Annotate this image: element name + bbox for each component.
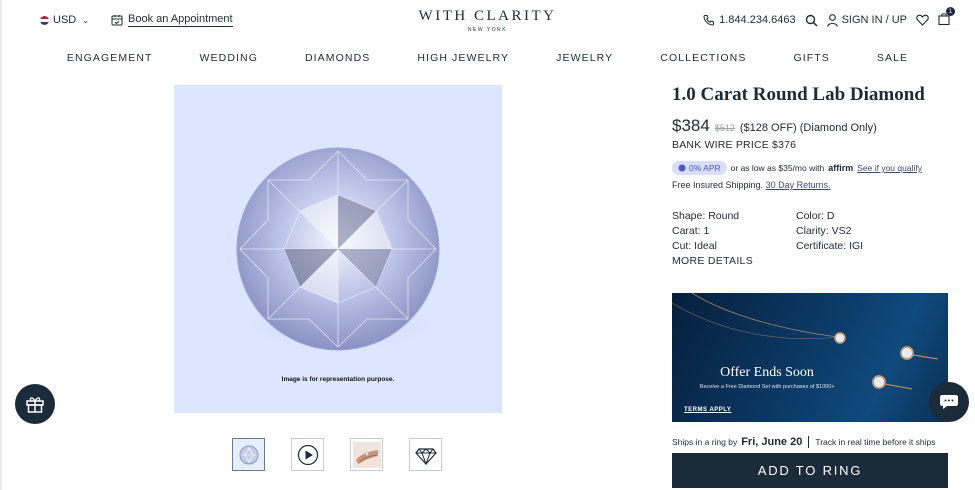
spec-color: Color: D [796,210,835,222]
spec-cut: Cut: Ideal [672,240,717,252]
chat-fab-button[interactable] [929,382,969,422]
header-tools: 1.844.234.6463 SIGN IN / UP 1 [703,7,955,28]
gift-icon [26,397,44,413]
affirm-tag-icon [678,164,686,172]
thumb-diamond-outline[interactable] [409,438,442,471]
product-main-image[interactable]: Image is for representation purpose. [174,85,502,413]
product-title: 1.0 Carat Round Lab Diamond [672,84,925,105]
phone-icon [703,15,715,26]
promo-subtitle: Receive a Free Diamond Set with purchase… [699,384,835,390]
heart-icon[interactable] [916,14,929,26]
thumb-video[interactable] [291,438,324,471]
shipping-info: Free Insured Shipping. 30 Day Returns. [672,180,957,190]
search-icon[interactable] [805,14,818,27]
cart-count-badge: 1 [946,7,955,16]
main-nav: ENGAGEMENT WEDDING DIAMONDS HIGH JEWELRY… [0,52,975,64]
apr-badge: 0% APR [672,161,727,175]
diamond-outline-icon [414,447,437,465]
phone-link[interactable]: 1.844.234.6463 [703,14,796,26]
nav-item-diamonds[interactable]: DIAMONDS [305,52,370,64]
nav-item-wedding[interactable]: WEDDING [200,52,258,64]
top-bar: USD ⌄ Book an Appointment WITH CLARITY N… [0,0,975,44]
divider [808,436,810,448]
image-caption: Image is for representation purpose. [281,376,395,383]
add-to-ring-button[interactable]: ADD TO RING [672,453,948,488]
spec-carat: Carat: 1 [672,225,710,237]
discount-note: ($128 OFF) (Diamond Only) [739,122,877,134]
spec-certificate: Certificate: IGI [796,240,864,252]
chat-icon [940,395,958,409]
spec-shape: Shape: Round [672,210,740,222]
nav-item-engagement[interactable]: ENGAGEMENT [67,52,153,64]
diamond-image [235,147,445,353]
more-details-link[interactable]: MORE DETAILS [672,255,957,267]
shipping-text: Free Insured Shipping. [672,180,764,190]
sale-price: $384 [672,116,710,135]
spec-clarity: Clarity: VS2 [796,225,852,237]
thumb-diamond[interactable] [232,438,265,471]
jewelry-banner-image [672,293,939,390]
page-left-edge [0,0,2,490]
nav-item-high-jewelry[interactable]: HIGH JEWELRY [417,52,509,64]
gift-fab-button[interactable] [15,384,55,424]
nav-item-gifts[interactable]: GIFTS [793,52,829,64]
returns-link[interactable]: 30 Day Returns. [766,180,831,190]
price-row: $384 $512 ($128 OFF) (Diamond Only) [672,116,957,136]
promo-title: Offer Ends Soon [720,365,814,380]
nav-item-sale[interactable]: SALE [877,52,908,64]
affirm-text: or as low as $35/mo with [730,163,825,173]
affirm-qualify-link[interactable]: See if you qualify [857,163,922,173]
play-icon [297,444,318,465]
ship-date: Fri, June 20 [741,436,803,448]
ship-prefix: Ships in a ring by [672,437,738,447]
hand-ring-thumb-icon [352,441,381,468]
ship-in-ring-info: Ships in a ring by Fri, June 20 Track in… [672,436,962,448]
affirm-logo: affirm [828,163,854,173]
thumbnail-strip [232,438,442,471]
product-details: 1.0 Carat Round Lab Diamond $384 $512 ($… [672,84,957,267]
phone-number: 1.844.234.6463 [719,14,796,26]
diamond-thumb-icon [239,445,258,464]
nav-item-collections[interactable]: COLLECTIONS [660,52,746,64]
track-text: Track in real time before it ships [815,437,936,447]
thumb-hand-ring[interactable] [350,438,383,471]
apr-badge-label: 0% APR [689,163,721,173]
bank-wire-price: BANK WIRE PRICE $376 [672,139,797,151]
specs-grid: Shape: Round Color: D Carat: 1 Clarity: … [672,210,957,252]
promo-terms-link[interactable]: TERMS APPLY [684,407,731,413]
promo-banner[interactable]: Offer Ends Soon Receive a Free Diamond S… [672,293,948,422]
signin-link[interactable]: SIGN IN / UP [826,13,907,27]
nav-item-jewelry[interactable]: JEWELRY [556,52,613,64]
original-price: $512 [714,123,735,133]
user-icon [826,13,838,27]
cart-button[interactable]: 1 [938,7,955,28]
signin-label: SIGN IN / UP [841,14,907,26]
affirm-financing: 0% APR or as low as $35/mo with affirm S… [672,161,957,175]
